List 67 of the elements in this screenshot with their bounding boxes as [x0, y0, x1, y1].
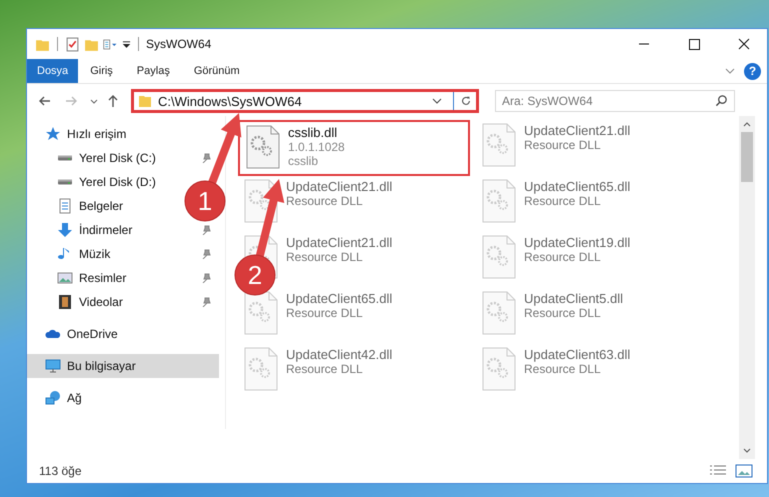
download-icon — [57, 222, 73, 238]
file-detail: Resource DLL — [286, 362, 364, 376]
file-detail: Resource DLL — [524, 306, 602, 320]
gear-file-icon — [482, 291, 516, 335]
file-detail: Resource DLL — [524, 250, 602, 264]
pin-icon[interactable] — [201, 153, 211, 163]
properties-icon[interactable] — [103, 36, 118, 52]
file-detail: csslib — [288, 154, 320, 168]
sidebar-item[interactable]: Resimler — [27, 266, 219, 290]
file-name: csslib.dll — [288, 125, 338, 140]
star-icon — [45, 126, 61, 142]
document-icon — [57, 198, 73, 214]
video-icon — [57, 294, 73, 310]
file-name: UpdateClient5.dll — [524, 291, 624, 306]
sidebar-item[interactable]: Ağ — [27, 386, 219, 410]
gear-file-icon — [482, 179, 516, 223]
window-title: SysWOW64 — [146, 37, 212, 51]
sidebar-item[interactable]: Müzik — [27, 242, 219, 266]
gear-file-icon — [482, 235, 516, 279]
refresh-icon[interactable] — [460, 95, 472, 107]
gear-file-icon — [482, 123, 516, 167]
file-detail: Resource DLL — [524, 194, 602, 208]
file-name: UpdateClient65.dll — [524, 179, 630, 194]
ribbon-tab[interactable]: Paylaş — [124, 59, 182, 83]
pin-icon[interactable] — [201, 249, 211, 259]
large-icons-view-icon[interactable] — [735, 464, 753, 478]
network-icon — [45, 390, 61, 406]
gear-file-icon — [246, 125, 280, 169]
file-name: UpdateClient21.dll — [524, 123, 630, 138]
file-name: UpdateClient21.dll — [286, 235, 392, 250]
file-name: UpdateClient65.dll — [286, 291, 392, 306]
address-field[interactable]: C:\Windows\SysWOW64 — [131, 89, 479, 113]
file-name: UpdateClient63.dll — [524, 347, 630, 362]
file-name: UpdateClient19.dll — [524, 235, 630, 250]
gear-file-icon — [244, 291, 278, 335]
sidebar-item[interactable]: Videolar — [27, 290, 219, 314]
file-detail: Resource DLL — [286, 250, 364, 264]
gear-file-icon — [482, 347, 516, 391]
file-detail: 1.0.1.1028 — [288, 140, 345, 154]
vertical-scrollbar[interactable] — [739, 116, 755, 459]
search-field[interactable]: Ara: SysWOW64 — [495, 90, 735, 112]
sidebar-item[interactable]: Bu bilgisayar — [27, 354, 219, 378]
pin-icon[interactable] — [201, 225, 211, 235]
pin-icon[interactable] — [201, 297, 211, 307]
file-name: UpdateClient21.dll — [286, 179, 392, 194]
gear-file-icon — [244, 347, 278, 391]
ribbon-tab[interactable]: Giriş — [78, 59, 125, 83]
picture-icon — [57, 270, 73, 286]
search-icon — [715, 94, 728, 107]
scrollbar-thumb[interactable] — [741, 132, 753, 182]
file-item[interactable]: csslib.dll 1.0.1.1028 csslib — [238, 120, 470, 176]
file-detail: Resource DLL — [524, 362, 602, 376]
sidebar-item[interactable]: Belgeler — [27, 194, 187, 218]
ribbon-tab[interactable]: Görünüm — [182, 59, 252, 83]
checklist-icon[interactable] — [65, 36, 80, 52]
folder-icon — [138, 94, 152, 108]
file-detail: Resource DLL — [524, 138, 602, 152]
pin-icon[interactable] — [201, 273, 211, 283]
help-button[interactable]: ? — [744, 62, 761, 80]
computer-icon — [45, 358, 61, 374]
file-detail: Resource DLL — [286, 306, 364, 320]
sidebar-item[interactable]: Yerel Disk (D:) — [27, 170, 187, 194]
ribbon-tab[interactable]: Dosya — [27, 59, 78, 83]
file-name: UpdateClient42.dll — [286, 347, 392, 362]
sidebar-item[interactable]: OneDrive — [27, 322, 219, 346]
file-detail: Resource DLL — [286, 194, 364, 208]
item-count: 113 öğe — [39, 464, 82, 478]
